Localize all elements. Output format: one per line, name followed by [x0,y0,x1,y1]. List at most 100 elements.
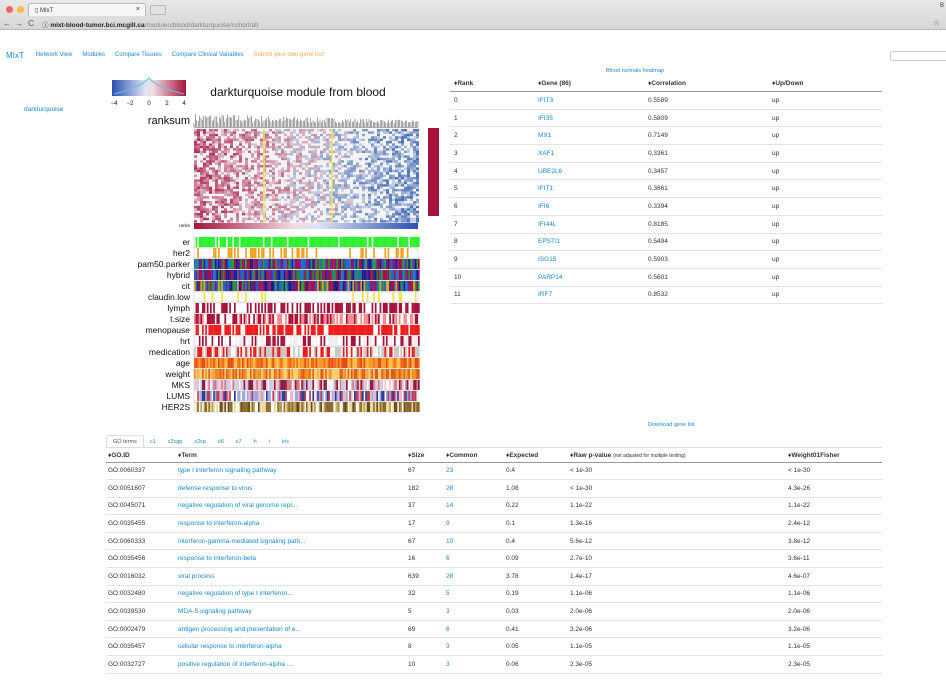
col-size[interactable]: ♦Size [406,450,444,463]
nav-modules[interactable]: Modules [82,52,105,58]
gene-link[interactable]: UBE2L6 [534,162,644,181]
term-link[interactable]: negative regulation of viral genome repl… [176,497,406,516]
track-cell [374,303,377,313]
col-expected[interactable]: ♦Expected [504,450,568,463]
nav-submit-gene-list[interactable]: Submit your own gene list! [254,52,324,58]
reload-icon[interactable]: C [26,19,36,28]
term-link[interactable]: antigen processing and presentation of e… [176,620,406,639]
common-link[interactable]: 6 [444,549,504,569]
track-cell [363,336,366,346]
track-cell [414,347,417,357]
track-cell [320,281,323,291]
gene-link[interactable]: IFIT1 [534,179,644,199]
common-link[interactable]: 9 [444,514,504,533]
col-correlation[interactable]: ♦Correlation [644,76,768,92]
common-link[interactable]: 3 [444,655,504,674]
heatmap-cell [407,138,410,141]
tab-close-icon[interactable]: × [136,6,140,13]
heatmap-cell [395,169,398,173]
nav-compare-clinical[interactable]: Compare Clinical Variables [172,52,244,58]
gene-link[interactable]: PARP14 [534,268,644,287]
track-cell [248,325,251,335]
gene-link[interactable]: IFI44L [534,215,644,234]
back-icon[interactable]: ← [2,19,12,28]
track-cell [398,380,401,390]
gene-link[interactable]: EPSTI1 [534,233,644,252]
heatmap-cell [389,220,392,223]
col-common[interactable]: ♦Common [444,450,504,463]
common-link[interactable]: 23 [444,462,504,481]
col-raw-pvalue[interactable]: ♦Raw p-value (not adjusted for multiple … [568,450,786,463]
blood-normals-heatmap-link[interactable]: Blood normals heatmap [606,68,664,74]
col-gene[interactable]: ♦Gene (86) [534,76,644,92]
gene-link[interactable]: IFI35 [534,109,644,128]
heatmap-cell [212,213,215,216]
term-link[interactable]: interferon-gamma-mediated signaling path… [176,532,406,551]
heatmap-cell [389,169,392,173]
heatmap-cell [245,162,248,165]
heatmap-cell [281,217,284,221]
col-rank[interactable]: ♦Rank [450,76,534,92]
heatmap-cell [281,205,284,209]
track-cell [317,314,319,324]
track-cell [242,237,244,247]
gene-link[interactable]: MX1 [534,126,644,146]
common-link[interactable]: 28 [444,567,504,586]
gene-link[interactable]: IFI6 [534,197,644,216]
heatmap-cell [284,189,287,192]
browser-tab[interactable]: ▯ MIxT × [28,3,146,16]
sidebar-module-link[interactable]: darkturquoise [24,106,63,113]
track-cell [230,259,233,269]
term-link[interactable]: positive regulation of interferon-alpha … [176,655,406,674]
term-link[interactable]: negative regulation of type I interferon… [176,585,406,604]
col-term[interactable]: ♦Term [176,450,406,463]
col-weight01fisher[interactable]: ♦Weight01Fisher [786,450,882,463]
heatmap-cell [293,167,296,170]
heatmap-cell [257,215,260,218]
close-window-button[interactable] [6,6,13,13]
heatmap-cell [248,196,251,199]
term-link[interactable]: MDA-5 signaling pathway [176,602,406,621]
new-tab-button[interactable] [150,5,166,15]
track-cell [336,358,339,368]
term-link[interactable]: response to interferon-beta [176,549,406,569]
gene-link[interactable]: ISG15 [534,250,644,269]
col-go-id[interactable]: ♦GO.ID [106,450,176,463]
gene-link[interactable]: IRF7 [534,286,644,305]
nav-compare-tissues[interactable]: Compare Tissues [115,52,162,58]
common-link[interactable]: 10 [444,532,504,551]
profile-label[interactable]: B [940,3,944,9]
download-gene-list-link[interactable]: Download gene list [648,422,694,428]
heatmap-cell [311,157,314,161]
track-cell [272,347,275,357]
track-cell [246,358,249,368]
common-link[interactable]: 14 [444,497,504,516]
weight-fisher-cell: 2.0e-06 [786,602,882,621]
nav-network-view[interactable]: Network View [36,52,73,58]
track-cell [389,281,391,291]
term-link[interactable]: defense response to virus [176,479,406,498]
term-link[interactable]: type I interferon signaling pathway [176,462,406,481]
track-cell [232,369,235,379]
common-link[interactable]: 6 [444,620,504,639]
address-bar[interactable]: ⓘ mixt-blood-tumor.bci.mcgill.ca/modules… [42,19,258,29]
common-link[interactable]: 3 [444,637,504,657]
col-updown[interactable]: ♦Up/Down [768,76,882,92]
bookmark-star-icon[interactable]: ☆ [933,18,940,27]
forward-icon[interactable]: → [14,19,24,28]
gene-link[interactable]: IFIT3 [534,91,644,110]
gene-link[interactable]: XAF1 [534,144,644,163]
term-link[interactable]: viral process [176,567,406,586]
common-link[interactable]: 28 [444,479,504,498]
track-cell [277,391,279,401]
term-link[interactable]: response to interferon-alpha [176,514,406,533]
track-cell [216,347,219,357]
search-input[interactable] [890,51,946,61]
term-link[interactable]: cellular response to interferon-alpha [176,637,406,657]
minimize-window-button[interactable] [17,6,24,13]
heatmap-cell [311,181,314,185]
heatmap-cell [230,186,233,189]
common-link[interactable]: 5 [444,585,504,604]
common-link[interactable]: 3 [444,602,504,621]
brand-link[interactable]: MIxT [6,51,24,60]
